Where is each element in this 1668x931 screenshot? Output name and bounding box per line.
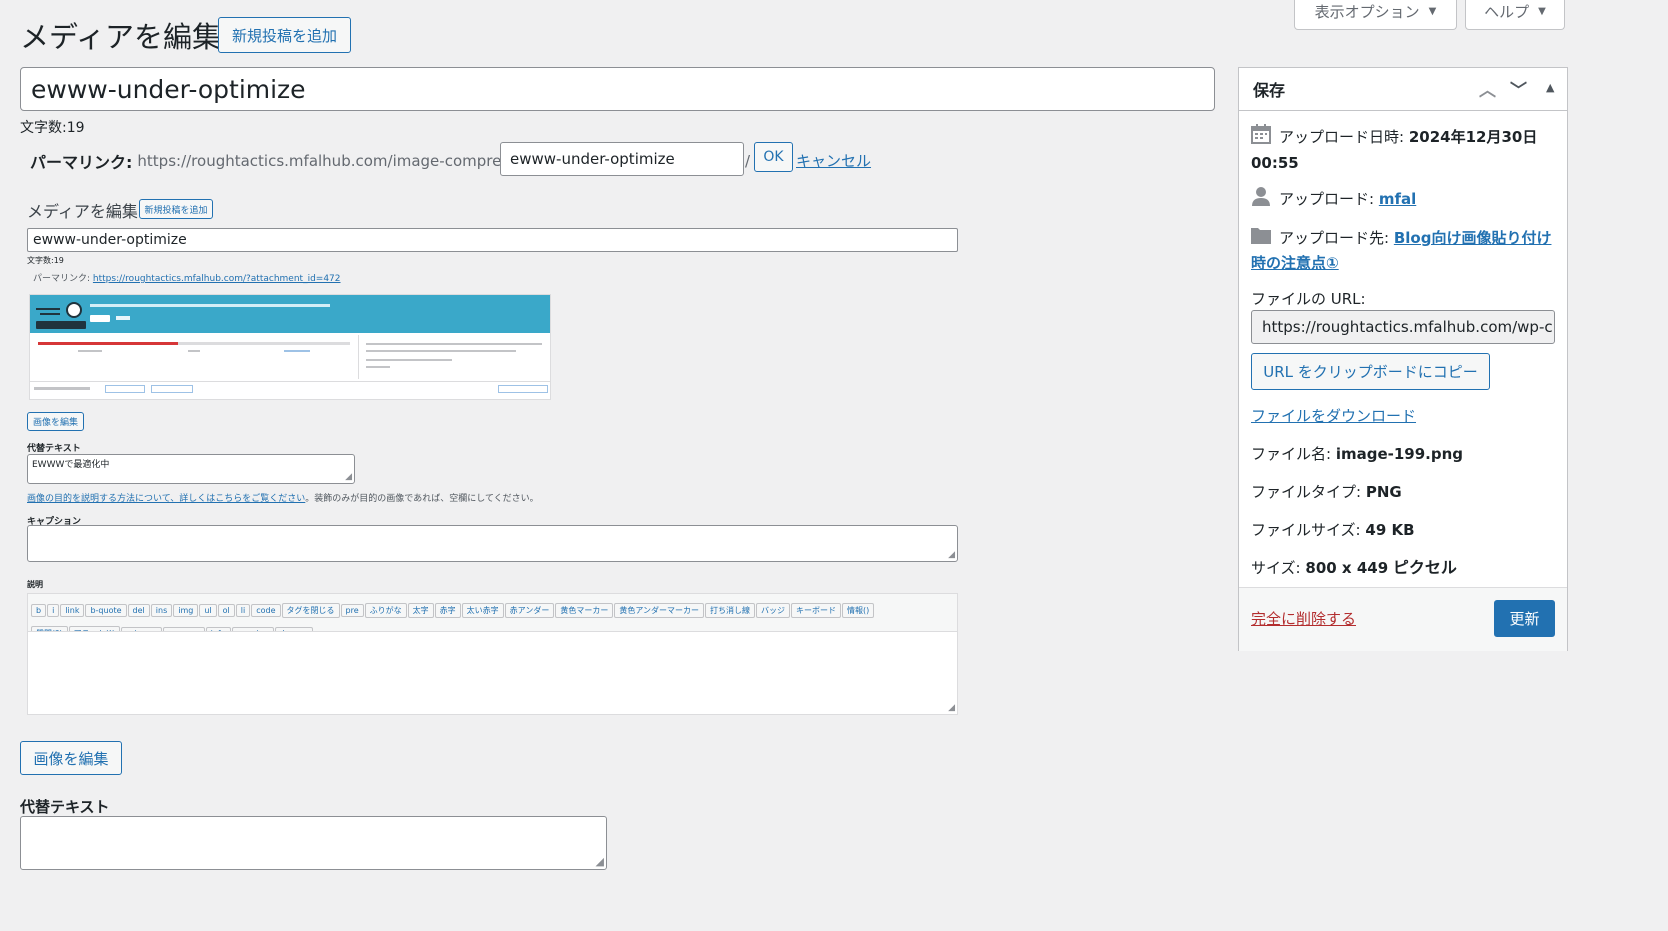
embedded-desc-label: 説明 [27, 580, 43, 589]
file-size: ファイルサイズ: 49 KB [1251, 521, 1415, 539]
quicktag-button: ol [217, 604, 235, 617]
save-metabox: 保存 ︿ ﹀ ▲ アップロード日時: 2024年12月30日 00:55 アップ… [1238, 67, 1568, 651]
quicktag-button: バッジ [756, 603, 791, 618]
permalink-row: パーマリンク: https://roughtactics.mfalhub.com… [30, 149, 545, 173]
user-icon [1251, 186, 1271, 213]
embedded-caption-textarea: ◢ [27, 525, 958, 562]
slug-ok-button[interactable]: OK [754, 142, 793, 172]
quicktag-button: 黄色アンダーマーカー [614, 603, 705, 618]
embedded-alt-label: 代替テキスト [27, 444, 81, 454]
calendar-icon [1251, 124, 1271, 151]
quicktag-button: del [127, 604, 150, 617]
quicktag-button: 太字 [407, 603, 434, 618]
resize-grip-icon: ◢ [595, 855, 604, 868]
embedded-char-count: 文字数:19 [27, 256, 64, 265]
embedded-alt-textarea: EWWWで最適化中 ◢ [27, 454, 355, 484]
alt-text-label: 代替テキスト [20, 798, 110, 816]
ewww-logo [66, 302, 82, 318]
quicktag-button: 黄色マーカー [555, 603, 614, 618]
quicktag-button: 質問(?) [31, 626, 68, 631]
uploader: アップロード: mfal [1251, 186, 1416, 213]
char-count: 文字数:19 [20, 120, 85, 136]
embedded-page-title: メディアを編集 [27, 202, 138, 221]
quicktags-row-1: b i link b-quote del ins img ul ol li code タグを閉じる pr… [31, 598, 954, 621]
collapse-triangle-icon[interactable]: ▲ [1546, 81, 1554, 94]
quicktag-button: ul [199, 604, 217, 617]
slug-slash: / [745, 152, 751, 170]
file-type: ファイルタイプ: PNG [1251, 483, 1402, 501]
screen-options-button[interactable]: 表示オプション ▼ [1294, 0, 1457, 30]
delete-permanently-link[interactable]: 完全に削除する [1251, 608, 1356, 629]
embedded-title-input: ewww-under-optimize [27, 228, 958, 252]
dimensions: サイズ: 800 x 449 ピクセル [1251, 558, 1457, 577]
permalink-base: https://roughtactics.mfalhub.com/image-c… [137, 152, 545, 170]
file-name: ファイル名: image-199.png [1251, 445, 1464, 463]
quicktag-button: warning [231, 627, 274, 631]
quicktag-button: code [251, 604, 281, 617]
quicktag-button: キーボード [791, 603, 842, 618]
uploaded-to: アップロード先: Blog向け画像貼り付け 時の注意点① [1251, 226, 1557, 275]
quicktag-button: link [60, 604, 85, 617]
chevron-up-icon[interactable]: ︿ [1479, 76, 1496, 101]
alt-text-textarea[interactable]: ◢ [20, 816, 607, 870]
embedded-edit-image-button: 画像を編集 [27, 412, 84, 431]
quicktag-button: primary [120, 627, 163, 631]
resize-grip-icon: ◢ [345, 472, 352, 482]
download-file-link[interactable]: ファイルをダウンロード [1251, 404, 1416, 428]
caret-down-icon: ▼ [1428, 6, 1437, 17]
embedded-desc-editor: b i link b-quote del ins img ul ol li code タグを閉じる pr… [27, 593, 958, 715]
caret-down-icon: ▼ [1538, 6, 1546, 17]
quicktag-button: i [47, 604, 60, 617]
update-button[interactable]: 更新 [1494, 600, 1555, 637]
major-publishing-actions: 完全に削除する 更新 [1239, 587, 1567, 651]
page-title: メディアを編集 [20, 20, 221, 54]
quicktag-button: info [205, 627, 231, 631]
permalink-label: パーマリンク: [30, 153, 133, 172]
resize-grip-icon: ◢ [948, 550, 955, 560]
title-input[interactable]: ewww-under-optimize [20, 67, 1215, 111]
quicktag-button: 情報() [842, 603, 875, 618]
file-url-label: ファイルの URL: [1251, 290, 1366, 308]
quicktag-button: pre [340, 604, 364, 617]
copy-url-button[interactable]: URL をクリップボードにコピー [1251, 353, 1490, 390]
quicktag-button: 赤字 [434, 603, 461, 618]
slug-input[interactable]: ewww-under-optimize [500, 142, 744, 176]
quicktag-button: ふりがな [364, 603, 407, 618]
embedded-image-thumbnail [29, 294, 551, 400]
upload-date: アップロード日時: 2024年12月30日 00:55 [1251, 124, 1537, 175]
file-url-input[interactable]: https://roughtactics.mfalhub.com/wp-c [1251, 310, 1555, 344]
slug-cancel-link[interactable]: キャンセル [796, 150, 871, 171]
folder-icon [1251, 226, 1271, 251]
quicktag-button: 赤アンダー [504, 603, 555, 618]
quicktag-button: b [31, 604, 47, 617]
help-button[interactable]: ヘルプ ▼ [1465, 0, 1565, 30]
resize-grip-icon: ◢ [948, 703, 955, 713]
save-metabox-header: 保存 ︿ ﹀ ▲ [1239, 68, 1567, 111]
embedded-permalink: パーマリンク: https://roughtactics.mfalhub.com… [33, 274, 341, 284]
edit-image-button[interactable]: 画像を編集 [20, 741, 122, 775]
embedded-add-new-button: 新規投稿を追加 [139, 199, 213, 219]
embedded-alt-help: 画像の目的を説明する方法について、詳しくはこちらをご覧ください。装飾のみが目的の… [27, 494, 539, 504]
chevron-down-icon[interactable]: ﹀ [1510, 76, 1527, 101]
quicktag-button: img [173, 604, 199, 617]
uploader-link[interactable]: mfal [1379, 190, 1416, 208]
quicktag-button: b-quote [85, 604, 127, 617]
embedded-quicktags-toolbar: b i link b-quote del ins img ul ol li code タグを閉じる pr… [28, 594, 957, 632]
quicktag-button: 打ち消し線 [705, 603, 756, 618]
quicktag-button: タグを閉じる [281, 603, 340, 618]
quicktag-button: ins [150, 604, 173, 617]
quicktag-button: danger [274, 627, 313, 631]
quicktag-button: success [163, 627, 205, 631]
quicktag-button: アラート(!) [68, 626, 120, 631]
quicktags-row-2: 質問(?)アラート(!)primarysuccessinfowarningdan… [31, 621, 954, 631]
add-new-post-button[interactable]: 新規投稿を追加 [218, 17, 351, 53]
quicktag-button: li [235, 604, 251, 617]
quicktag-button: 太い赤字 [461, 603, 504, 618]
